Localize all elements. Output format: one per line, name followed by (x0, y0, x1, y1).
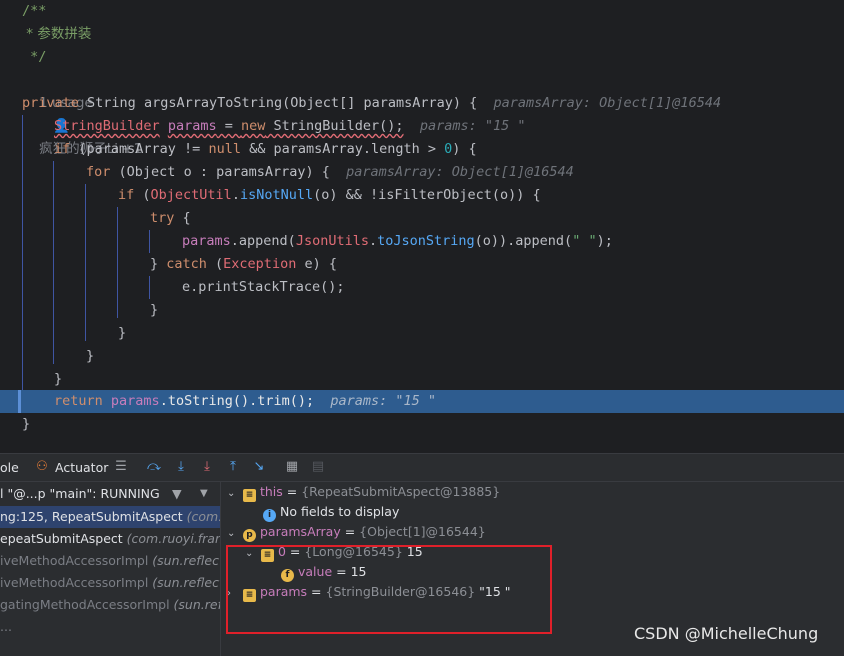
code-line-if-notnull: if (ObjectUtil.isNotNull(o) && !isFilter… (118, 187, 541, 203)
code-line-1: /** (22, 3, 47, 19)
indent-guide (53, 161, 54, 364)
debug-toolbar: ole ⚇ Actuator ☰ ⤼ ⤓ ⤓ ⤒ ↘ ▦ ▤ (0, 454, 844, 482)
code-line-if: if (paramsArray != null && paramsArray.l… (54, 141, 477, 157)
field-icon: ≡ (242, 489, 256, 502)
code-line-for: for (Object o : paramsArray) { paramsArr… (86, 164, 574, 180)
stack-frame[interactable]: iveMethodAccessorImpl (sun.reflect) (0, 572, 220, 594)
code-editor[interactable]: /** * 参数拼装 */ 1 usage 👤 疯狂的狮子Li +1 priva… (0, 0, 844, 453)
parameter-icon: p (242, 529, 256, 542)
chevron-down-icon[interactable]: ⌄ (227, 524, 239, 544)
frames-panel: l "@...p "main": RUNNING ▼ ▼ ng:125, Rep… (0, 482, 221, 656)
indent-guide (85, 184, 86, 341)
show-execution-point-icon[interactable]: ⤼ (146, 459, 162, 475)
code-line-catch: } catch (Exception e) { (150, 256, 337, 272)
execution-point-marker (18, 390, 21, 413)
inline-debug-value: paramsArray: Object[1]@16544 (493, 95, 722, 111)
trace-current-stream-icon[interactable]: ▤ (310, 459, 326, 475)
usage-hint[interactable]: 1 usage 👤 疯狂的狮子Li +1 (22, 69, 142, 157)
run-to-cursor-icon[interactable]: ↘ (251, 459, 267, 475)
code-line-3: */ (22, 49, 47, 65)
code-line-try: try { (150, 210, 191, 226)
stack-frame[interactable]: gatingMethodAccessorImpl (sun.ref (0, 594, 220, 616)
stack-frame[interactable]: epeatSubmitAspect (com.ruoyi.fram (0, 528, 220, 550)
filter-icon[interactable]: ▼ (172, 483, 182, 505)
code-line-brace: } (86, 348, 95, 364)
code-line-printstacktrace: e.printStackTrace(); (182, 279, 345, 295)
code-line-append: params.append(JsonUtils.toJsonString(o))… (182, 233, 613, 249)
menu-icon[interactable]: ☰ (113, 459, 129, 475)
stack-frame[interactable]: ... (0, 616, 12, 638)
chevron-down-icon[interactable]: ▼ (200, 483, 208, 505)
method-signature: private String argsArrayToString(Object[… (22, 95, 722, 111)
step-over-icon[interactable]: ⤓ (173, 459, 189, 475)
indent-guide (149, 230, 150, 253)
code-line-brace: } (118, 325, 127, 341)
stack-frame[interactable]: ng:125, RepeatSubmitAspect (com.r (0, 506, 220, 528)
csdn-watermark: CSDN @MichelleChung (634, 624, 819, 643)
info-icon: i (263, 509, 276, 522)
var-this[interactable]: ⌄ ≡ this = {RepeatSubmitAspect@13885} (227, 482, 500, 502)
inline-debug-value: paramsArray: Object[1]@16544 (346, 164, 574, 180)
inline-debug-value: params: "15 " (419, 118, 526, 134)
code-line-brace: } (54, 371, 63, 387)
step-out-icon[interactable]: ⤒ (225, 459, 241, 475)
code-line-2: * 参数拼装 (22, 26, 92, 42)
inline-debug-value: params: "15 " (330, 393, 437, 409)
code-line-brace: } (22, 416, 31, 432)
code-line-return: return params.toString().trim(); params:… (54, 393, 437, 409)
chevron-down-icon[interactable]: ⌄ (227, 484, 239, 504)
no-fields-message: i No fields to display (263, 502, 399, 522)
console-tab[interactable]: ole (0, 459, 19, 477)
stack-frame[interactable]: iveMethodAccessorImpl (sun.reflec (0, 550, 219, 572)
thread-selector[interactable]: l "@...p "main": RUNNING ▼ ▼ (0, 483, 208, 505)
indent-guide (149, 276, 150, 299)
code-line-stringbuilder: StringBuilder params = new StringBuilder… (54, 118, 526, 134)
highlight-annotation-box (226, 545, 552, 634)
step-into-icon[interactable]: ⤓ (199, 459, 215, 475)
actuator-icon: ⚇ (36, 459, 48, 474)
code-line-brace: } (150, 302, 159, 318)
var-paramsArray[interactable]: ⌄ p paramsArray = {Object[1]@16544} (227, 522, 486, 542)
actuator-tab[interactable]: Actuator (55, 459, 108, 477)
evaluate-expression-icon[interactable]: ▦ (284, 459, 300, 475)
indent-guide (117, 207, 118, 318)
